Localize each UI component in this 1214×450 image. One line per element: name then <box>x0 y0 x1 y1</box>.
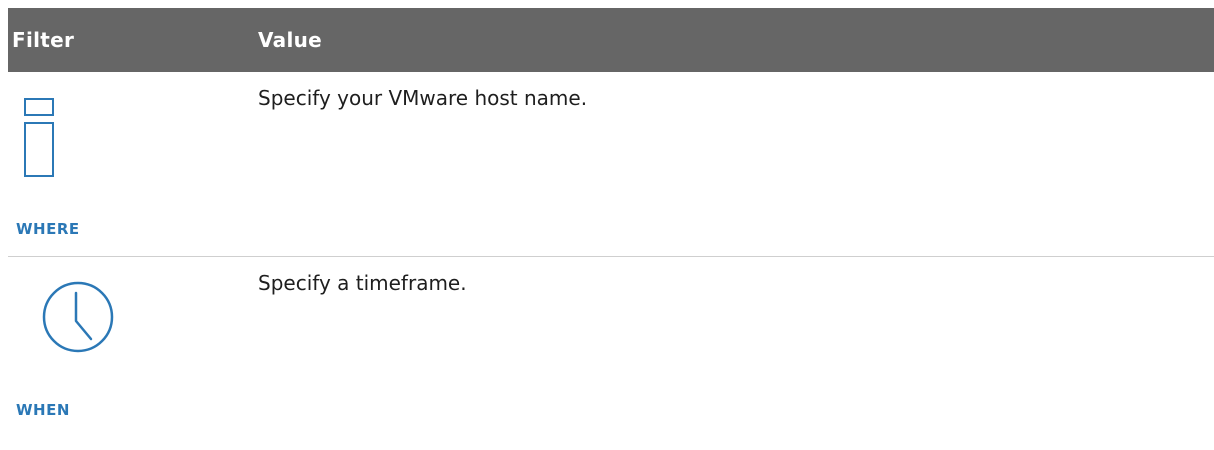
host-panel-icon <box>24 98 94 180</box>
filter-table: Filter Value WHERE Specify your VMware h… <box>8 8 1214 450</box>
table-row-when: WHEN Specify a timeframe. <box>8 257 1214 450</box>
filter-column-header: Filter <box>12 28 75 52</box>
filter-cell-where: WHERE <box>8 72 258 256</box>
when-label: WHEN <box>16 401 70 419</box>
clock-icon <box>36 279 114 355</box>
table-header: Filter Value <box>8 8 1214 72</box>
value-cell-where: Specify your VMware host name. <box>258 86 588 110</box>
table-row-where: WHERE Specify your VMware host name. <box>8 72 1214 257</box>
value-cell-when: Specify a timeframe. <box>258 271 467 295</box>
filter-cell-when: WHEN <box>8 257 258 450</box>
value-column-header: Value <box>258 28 323 52</box>
where-label: WHERE <box>16 220 80 238</box>
